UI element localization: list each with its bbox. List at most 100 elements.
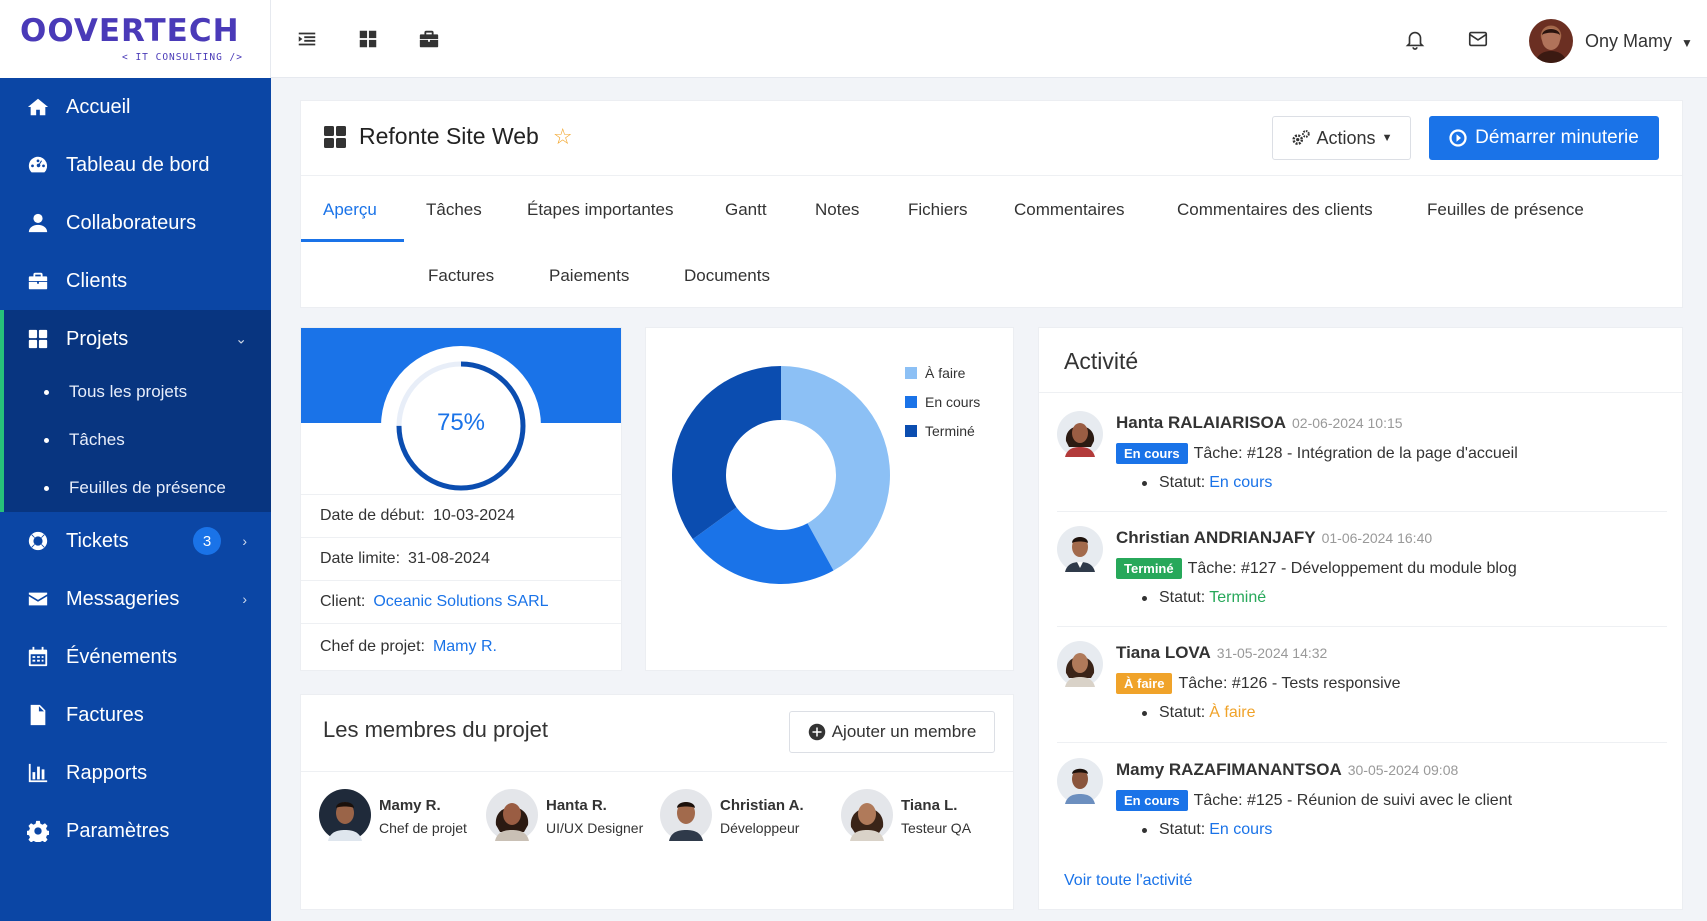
activity-task-line: À faire Tâche: #126 - Tests responsive xyxy=(1116,673,1401,694)
bullet-icon xyxy=(44,437,49,443)
bar-chart-icon xyxy=(26,761,50,785)
activity-item: Christian ANDRIANJAFY 01-06-2024 16:40 Te… xyxy=(1057,526,1667,616)
status-badge: À faire xyxy=(1116,673,1173,694)
project-members-card: Les membres du projet Ajouter un membre … xyxy=(300,694,1014,910)
sidebar-item-accueil[interactable]: Accueil xyxy=(0,78,271,136)
status-label: Statut: xyxy=(1159,474,1206,491)
sidebar-item-label: Collaborateurs xyxy=(66,211,197,234)
client-link[interactable]: Oceanic Solutions SARL xyxy=(373,593,548,611)
activity-date: 01-06-2024 16:40 xyxy=(1321,530,1433,546)
grid-icon[interactable] xyxy=(356,27,380,51)
sidebar-item-tickets[interactable]: Tickets 3 › xyxy=(0,512,271,570)
sidebar-item-label: Tableau de bord xyxy=(66,153,210,176)
tab-paiements[interactable]: Paiements xyxy=(549,266,629,286)
sidebar-item-label: Tickets xyxy=(66,529,129,552)
status-label: Statut: xyxy=(1159,821,1206,838)
tab-etapes-importantes[interactable]: Étapes importantes xyxy=(527,200,673,220)
sidebar-subitem-feuilles-de-presence[interactable]: Feuilles de présence xyxy=(4,464,271,512)
briefcase-icon[interactable] xyxy=(417,27,441,51)
legend-swatch xyxy=(905,395,917,408)
sidebar-item-parametres[interactable]: Paramètres xyxy=(0,802,271,860)
task-status-chart-card: À faire En cours Terminé xyxy=(645,327,1014,671)
activity-date: 31-05-2024 14:32 xyxy=(1216,645,1328,661)
start-timer-button[interactable]: Démarrer minuterie xyxy=(1429,116,1659,160)
tab-fichiers[interactable]: Fichiers xyxy=(908,200,968,220)
activity-item: Tiana LOVA 31-05-2024 14:32 À faire Tâche:… xyxy=(1057,641,1667,731)
activity-status-line: Statut: À faire xyxy=(1142,704,1256,722)
member-name: Tiana L. xyxy=(901,797,958,814)
sidebar-subitem-label: Tâches xyxy=(69,430,125,449)
avatar xyxy=(1057,758,1103,804)
tab-commentaires-clients[interactable]: Commentaires des clients xyxy=(1177,200,1373,220)
sidebar-item-label: Clients xyxy=(66,269,128,292)
sidebar-item-messageries[interactable]: Messageries › xyxy=(0,570,271,628)
tab-factures[interactable]: Factures xyxy=(428,266,494,286)
sidebar-item-rapports[interactable]: Rapports xyxy=(0,744,271,802)
sidebar-item-evenements[interactable]: Événements xyxy=(0,628,271,686)
bullet-icon xyxy=(1142,480,1147,486)
star-icon[interactable]: ☆ xyxy=(553,124,573,150)
status-value: Terminé xyxy=(1209,589,1267,606)
client-row: Client: Oceanic Solutions SARL xyxy=(301,580,621,623)
activity-status-line: Statut: En cours xyxy=(1142,474,1272,492)
tab-apercu[interactable]: Aperçu xyxy=(323,200,377,220)
activity-status-line: Statut: Terminé xyxy=(1142,589,1266,607)
activity-item: Mamy RAZAFIMANANTSOA 30-05-2024 09:08 En … xyxy=(1057,758,1667,848)
manager-link[interactable]: Mamy R. xyxy=(433,638,497,656)
tab-commentaires[interactable]: Commentaires xyxy=(1014,200,1125,220)
sidebar-item-factures[interactable]: Factures xyxy=(0,686,271,744)
tab-gantt[interactable]: Gantt xyxy=(725,200,767,220)
user-menu[interactable]: Ony Mamy ▼ xyxy=(1585,31,1693,52)
tab-notes[interactable]: Notes xyxy=(815,200,859,220)
start-date-label: Date de début: xyxy=(320,507,425,524)
bullet-icon xyxy=(1142,827,1147,833)
legend-item-a-faire: À faire xyxy=(905,358,980,387)
divider xyxy=(1057,626,1667,627)
sidebar-group-projets: Projets ⌄ Tous les projets Tâches Feuill… xyxy=(0,310,271,512)
legend-swatch xyxy=(905,424,917,437)
tab-taches[interactable]: Tâches xyxy=(426,200,482,220)
tab-documents[interactable]: Documents xyxy=(684,266,770,286)
legend-label: En cours xyxy=(925,393,981,410)
divider xyxy=(1039,392,1682,393)
file-icon xyxy=(26,703,50,727)
user-avatar[interactable] xyxy=(1529,19,1573,63)
sidebar-item-label: Projets xyxy=(66,327,129,350)
avatar xyxy=(319,789,371,841)
menu-toggle-icon[interactable] xyxy=(295,27,319,51)
activity-user-name: Christian ANDRIANJAFY 01-06-2024 16:40 xyxy=(1116,528,1433,547)
tab-feuilles-de-presence[interactable]: Feuilles de présence xyxy=(1427,200,1584,220)
gears-icon xyxy=(1291,130,1310,145)
activity-task: Tâche: #128 - Intégration de la page d'a… xyxy=(1193,444,1518,462)
actions-button[interactable]: Actions ▼ xyxy=(1272,116,1411,160)
sidebar-item-collaborateurs[interactable]: Collaborateurs xyxy=(0,194,271,252)
sidebar-item-clients[interactable]: Clients xyxy=(0,252,271,310)
status-badge: En cours xyxy=(1116,443,1188,464)
chevron-right-icon: › xyxy=(242,533,247,549)
activity-task-line: Terminé Tâche: #127 - Développement du mo… xyxy=(1116,558,1517,579)
brand-logo[interactable]: OOVERTECH < IT CONSULTING /> xyxy=(0,0,271,78)
member-name: Christian A. xyxy=(720,797,804,814)
activity-user-name: Mamy RAZAFIMANANTSOA 30-05-2024 09:08 xyxy=(1116,760,1459,779)
bell-icon[interactable] xyxy=(1403,27,1427,51)
grid-icon xyxy=(26,327,50,351)
mail-icon[interactable] xyxy=(1466,27,1490,51)
sidebar-item-projets[interactable]: Projets ⌄ xyxy=(4,310,271,368)
sidebar-item-tableau-de-bord[interactable]: Tableau de bord xyxy=(0,136,271,194)
sidebar-subitem-tous-les-projets[interactable]: Tous les projets xyxy=(4,368,271,416)
start-date-value: 10-03-2024 xyxy=(432,507,515,524)
activity-user-name: Tiana LOVA 31-05-2024 14:32 xyxy=(1116,643,1328,662)
sidebar-item-label: Factures xyxy=(66,703,144,726)
activity-card: Activité Hanta RALAIARISOA 02-06-2024 10:… xyxy=(1038,327,1683,910)
see-all-activity-link[interactable]: Voir toute l'activité xyxy=(1064,872,1192,890)
client-label: Client: xyxy=(320,593,366,610)
start-date-row: Date de début: 10-03-2024 xyxy=(301,494,621,537)
activity-task-line: En cours Tâche: #128 - Intégration de la … xyxy=(1116,443,1518,464)
grid-icon xyxy=(324,125,346,148)
sidebar-subitem-taches[interactable]: Tâches xyxy=(4,416,271,464)
status-badge: Terminé xyxy=(1116,558,1182,579)
lifebuoy-icon xyxy=(26,529,50,553)
member-name: Hanta R. xyxy=(546,797,607,814)
manager-row: Chef de projet: Mamy R. xyxy=(301,623,621,670)
add-member-button[interactable]: Ajouter un membre xyxy=(789,711,995,753)
